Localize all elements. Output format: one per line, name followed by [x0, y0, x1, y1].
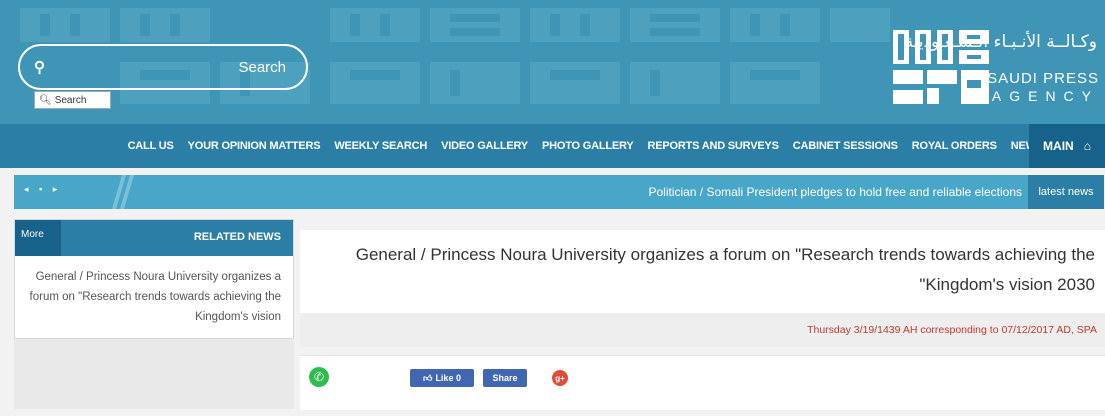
more-button[interactable]: More — [15, 220, 61, 256]
search-icon: ⚲ — [34, 59, 45, 76]
nav-item-weekly-search[interactable]: WEEKLY SEARCH — [334, 140, 427, 152]
nav-item-reports-surveys[interactable]: REPORTS AND SURVEYS — [647, 140, 778, 152]
share-bar: ✆ 👍︎ Like 0 Share g+ — [300, 355, 1105, 410]
related-news-title: RELATED NEWS — [193, 231, 281, 243]
search-input[interactable]: ⚲ Search — [18, 44, 308, 90]
article-date: Thursday 3/19/1439 AH corresponding to 0… — [807, 324, 1097, 336]
facebook-share-button[interactable]: Share — [483, 369, 527, 387]
spacer — [300, 347, 1105, 355]
article-title: General / Princess Noura University orga… — [305, 240, 1095, 300]
ticker-controls[interactable]: ◂ ▪ ▸ — [24, 184, 61, 195]
article-title-line1: General / Princess Noura University orga… — [355, 245, 1095, 264]
ticker-divider — [112, 175, 134, 209]
nav-item-photo-gallery[interactable]: PHOTO GALLERY — [542, 140, 634, 152]
home-icon: ⌂ — [1083, 139, 1091, 153]
logo-english-line2: AGENCY — [991, 88, 1099, 104]
main-nav: CALL US YOUR OPINION MATTERS WEEKLY SEAR… — [0, 124, 1105, 168]
header-banner: ⚲ Search 🔍︎ Search وكـالــة الأنـبـاء ال… — [0, 0, 1105, 124]
search-button[interactable]: 🔍︎ Search — [34, 91, 111, 109]
ticker-headline[interactable]: Politician / Somali President pledges to… — [648, 185, 1022, 199]
logo-arabic-text: وكـالــة الأنـبـاء الـسـعـوديـة — [904, 32, 1097, 52]
related-news-item[interactable]: General / Princess Noura University orga… — [29, 267, 281, 327]
thumbs-up-icon: 👍︎ — [423, 372, 433, 383]
logo-english-line1: SAUDI PRESS — [987, 70, 1099, 87]
sidebar-filler — [14, 339, 294, 409]
page-root: ⚲ Search 🔍︎ Search وكـالــة الأنـبـاء ال… — [0, 0, 1105, 416]
nav-item-main[interactable]: MAIN ⌂ — [1029, 124, 1105, 168]
nav-items: CALL US YOUR OPINION MATTERS WEEKLY SEAR… — [114, 124, 1044, 168]
news-ticker: ◂ ▪ ▸ Politician / Somali President pled… — [14, 175, 1104, 209]
related-news-panel: More RELATED NEWS General / Princess Nou… — [14, 219, 294, 339]
article-meta: Thursday 3/19/1439 AH corresponding to 0… — [300, 313, 1105, 347]
google-plus-icon[interactable]: g+ — [552, 370, 568, 386]
search-button-label: Search — [54, 94, 87, 106]
like-label: Like 0 — [435, 373, 461, 383]
latest-news-label: latest news — [1028, 175, 1104, 209]
whatsapp-icon[interactable]: ✆ — [309, 367, 329, 387]
nav-main-label: MAIN — [1043, 139, 1074, 153]
nav-item-cabinet-sessions[interactable]: CABINET SESSIONS — [793, 140, 898, 152]
nav-item-call-us[interactable]: CALL US — [128, 140, 174, 152]
search-icon: 🔍︎ — [39, 94, 52, 106]
nav-item-video-gallery[interactable]: VIDEO GALLERY — [441, 140, 528, 152]
search-placeholder: Search — [238, 59, 286, 76]
nav-item-royal-orders[interactable]: ROYAL ORDERS — [912, 140, 997, 152]
nav-item-your-opinion[interactable]: YOUR OPINION MATTERS — [188, 140, 321, 152]
article-title-line2: "Kingdom's vision 2030 — [919, 275, 1095, 294]
facebook-like-button[interactable]: 👍︎ Like 0 — [410, 369, 474, 387]
related-news-header: More RELATED NEWS — [15, 220, 293, 256]
